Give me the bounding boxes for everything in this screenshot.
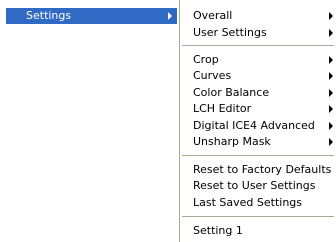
submenu-item-lch-editor[interactable]: LCH Editor <box>180 101 336 117</box>
submenu-item-user-settings[interactable]: User Settings <box>180 25 336 41</box>
menu-separator <box>182 155 334 157</box>
submenu-item-label: Curves <box>193 69 232 82</box>
submenu-item-curves[interactable]: Curves <box>180 68 336 84</box>
menu-item-settings[interactable]: Settings <box>6 8 177 24</box>
submenu-item-reset-factory-defaults[interactable]: Reset to Factory Defaults <box>180 162 336 178</box>
chevron-right-icon <box>329 105 333 113</box>
chevron-right-icon <box>329 89 333 97</box>
parent-menu: Settings <box>0 0 179 242</box>
submenu-item-label: Last Saved Settings <box>193 196 303 209</box>
submenu-item-label: Reset to User Settings <box>193 179 316 192</box>
submenu-item-label: User Settings <box>193 26 267 39</box>
submenu-item-unsharp-mask[interactable]: Unsharp Mask <box>180 134 336 150</box>
menu-item-settings-label: Settings <box>26 9 72 22</box>
submenu-item-digital-ice4-advanced[interactable]: Digital ICE4 Advanced <box>180 118 336 134</box>
submenu-item-label: Digital ICE4 Advanced <box>193 119 315 132</box>
menu-separator <box>182 216 334 218</box>
submenu-item-reset-user-settings[interactable]: Reset to User Settings <box>180 178 336 194</box>
submenu-item-label: Crop <box>193 53 219 66</box>
submenu-item-crop[interactable]: Crop <box>180 52 336 68</box>
submenu-item-overall[interactable]: Overall <box>180 8 336 24</box>
chevron-right-icon <box>329 29 333 37</box>
chevron-right-icon <box>329 122 333 130</box>
submenu-item-label: Setting 1 <box>193 224 243 237</box>
submenu-item-color-balance[interactable]: Color Balance <box>180 85 336 101</box>
chevron-right-icon <box>329 72 333 80</box>
submenu-item-last-saved-settings[interactable]: Last Saved Settings <box>180 195 336 211</box>
chevron-right-icon <box>329 56 333 64</box>
submenu-item-setting-1[interactable]: Setting 1 <box>180 223 336 239</box>
chevron-right-icon <box>329 138 333 146</box>
submenu-item-label: Color Balance <box>193 86 270 99</box>
menu-separator <box>182 45 334 47</box>
chevron-right-icon <box>168 12 172 20</box>
settings-submenu: Overall User Settings Crop Curves Color … <box>179 0 336 242</box>
chevron-right-icon <box>329 12 333 20</box>
submenu-item-label: Unsharp Mask <box>193 135 271 148</box>
submenu-item-label: Overall <box>193 9 233 22</box>
submenu-item-label: Reset to Factory Defaults <box>193 163 332 176</box>
context-menu-screen: Settings Overall User Settings Crop Curv… <box>0 0 336 242</box>
submenu-item-label: LCH Editor <box>193 102 252 115</box>
